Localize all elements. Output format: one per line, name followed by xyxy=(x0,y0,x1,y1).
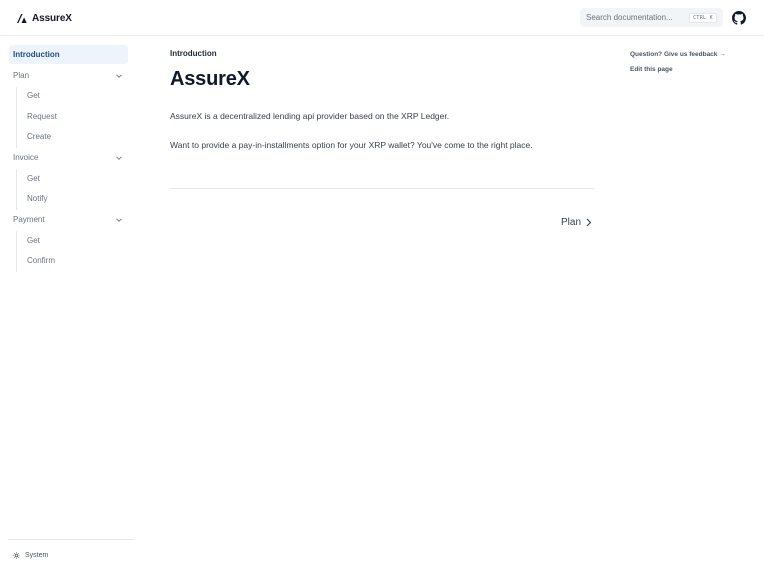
next-page-label: Plan xyxy=(561,217,582,228)
sidebar-item-plan[interactable]: Plan xyxy=(9,66,128,85)
chevron-down-icon xyxy=(116,217,122,222)
search-shortcut-badge: CTRL K xyxy=(689,12,717,23)
logo[interactable]: AssureX xyxy=(17,12,72,25)
logo-icon xyxy=(17,14,27,23)
sidebar-item-payment[interactable]: Payment xyxy=(9,210,128,229)
intro-paragraph: AssureX is a decentralized lending api p… xyxy=(170,111,450,121)
sidebar-subgroup-line xyxy=(16,231,17,272)
chevron-down-icon xyxy=(116,155,122,160)
sidebar-footer-divider xyxy=(8,539,134,540)
sidebar-item-label: Introduction xyxy=(13,50,60,59)
sidebar-item-label: Plan xyxy=(13,71,30,80)
edit-page-link[interactable]: Edit this page xyxy=(630,66,673,73)
page-title: AssureX xyxy=(170,68,250,90)
next-page-link[interactable]: Plan xyxy=(561,217,592,228)
sidebar-subitem-plan-request[interactable]: Request xyxy=(27,107,57,126)
search-input[interactable]: Search documentation... CTRL K xyxy=(580,8,723,27)
logo-text: AssureX xyxy=(32,13,72,24)
sidebar-item-label: Invoice xyxy=(13,153,39,162)
feedback-link[interactable]: Question? Give us feedback → xyxy=(630,51,726,58)
theme-toggle[interactable]: System xyxy=(13,552,48,559)
chevron-down-icon xyxy=(116,73,122,78)
search-placeholder: Search documentation... xyxy=(586,13,673,22)
breadcrumb: Introduction xyxy=(170,49,217,58)
cta-paragraph: Want to provide a pay-in-installments op… xyxy=(170,140,533,150)
theme-label: System xyxy=(25,552,49,559)
sidebar-subitem-payment-get[interactable]: Get xyxy=(27,231,40,250)
sidebar-item-invoice[interactable]: Invoice xyxy=(9,148,128,167)
sidebar-subitem-invoice-notify[interactable]: Notify xyxy=(27,189,47,208)
sidebar-subgroup-line xyxy=(16,87,17,148)
sidebar-item-introduction[interactable]: Introduction xyxy=(9,45,128,64)
sidebar-item-label: Payment xyxy=(13,215,45,224)
github-icon[interactable] xyxy=(732,11,746,25)
sidebar-subitem-invoice-get[interactable]: Get xyxy=(27,169,40,188)
sidebar-subitem-plan-get[interactable]: Get xyxy=(27,86,40,105)
content-divider xyxy=(170,188,594,189)
chevron-right-icon xyxy=(586,218,592,227)
sidebar-subitem-plan-create[interactable]: Create xyxy=(27,127,51,146)
sidebar-subgroup-line xyxy=(16,169,17,210)
top-header: AssureX Search documentation... CTRL K xyxy=(0,0,764,36)
sun-icon xyxy=(13,552,20,559)
sidebar-subitem-payment-confirm[interactable]: Confirm xyxy=(27,251,55,270)
